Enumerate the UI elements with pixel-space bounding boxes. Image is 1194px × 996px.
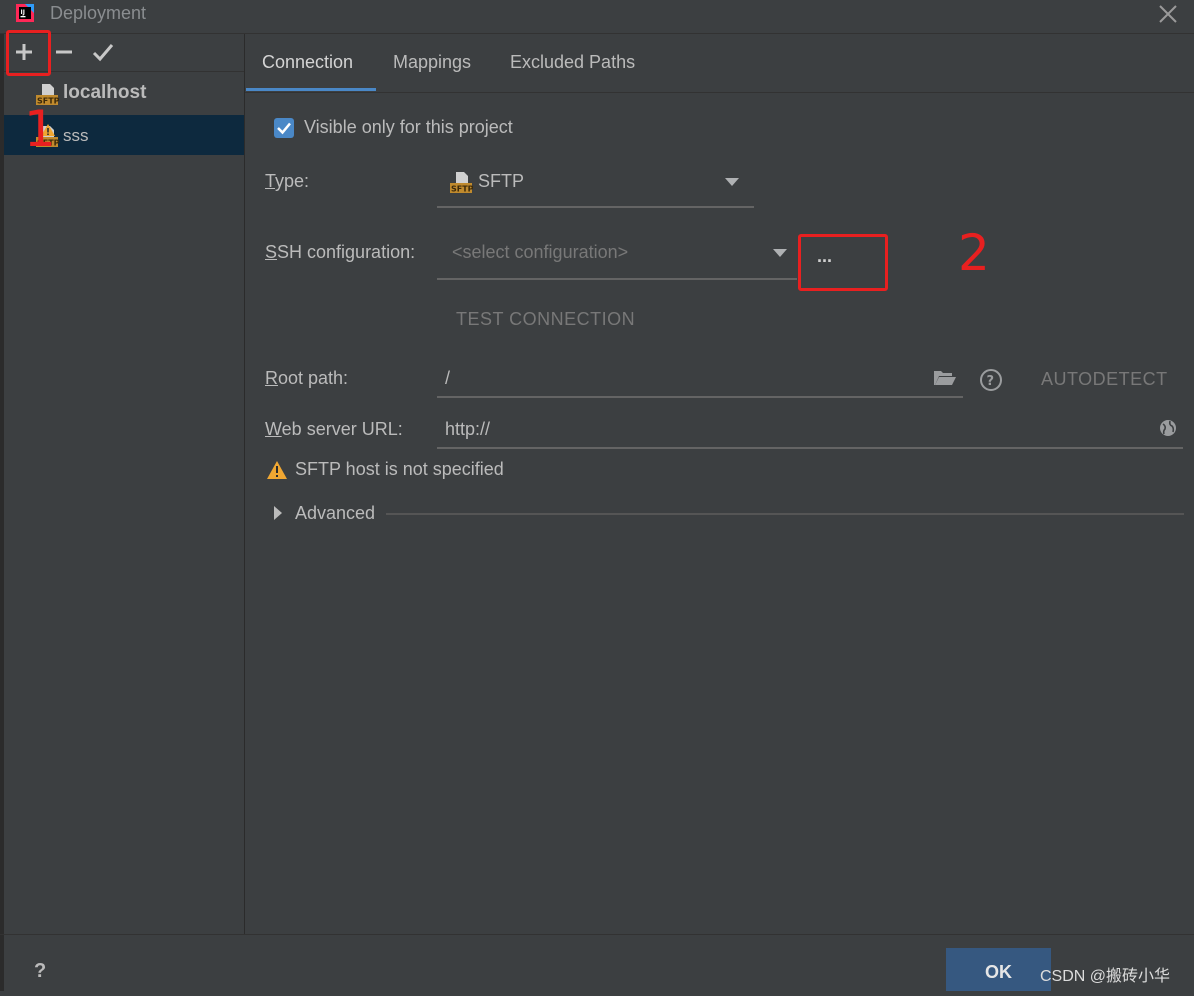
field-underline xyxy=(437,396,963,398)
root-path-field[interactable]: / xyxy=(437,358,963,398)
window-title: Deployment xyxy=(50,3,147,23)
svg-text:?: ? xyxy=(987,374,995,389)
divider xyxy=(245,92,1194,93)
ssh-configuration-dropdown[interactable]: <select configuration> xyxy=(437,232,797,282)
globe-icon xyxy=(1160,420,1176,436)
annotation-number-1: 1 xyxy=(24,100,56,158)
remove-server-button[interactable] xyxy=(52,40,76,64)
annotation-box-1 xyxy=(6,30,51,76)
active-tab-indicator xyxy=(246,88,376,91)
close-button[interactable] xyxy=(1156,2,1180,26)
chevron-down-icon xyxy=(773,249,787,257)
close-icon xyxy=(1159,5,1177,23)
svg-text:SFTP: SFTP xyxy=(451,185,473,194)
chevron-right-icon xyxy=(274,506,282,520)
server-label: sss xyxy=(63,126,89,145)
advanced-expander[interactable]: Advanced xyxy=(270,500,390,528)
set-default-button[interactable] xyxy=(91,40,115,64)
minus-icon xyxy=(56,50,72,54)
type-value: SFTP xyxy=(478,171,525,191)
title-bar xyxy=(0,0,1194,30)
root-path-value: / xyxy=(445,368,451,388)
question-circle-icon: ? xyxy=(980,369,1002,391)
test-connection-button[interactable]: TEST CONNECTION xyxy=(456,309,635,330)
autodetect-button[interactable]: AUTODETECT xyxy=(1041,369,1168,390)
ellipsis-label: ... xyxy=(817,246,833,266)
visible-only-checkbox[interactable] xyxy=(274,118,294,138)
divider xyxy=(0,34,4,991)
tab-mappings[interactable]: Mappings xyxy=(393,52,471,73)
field-underline xyxy=(437,206,754,208)
web-server-url-field[interactable]: http:// xyxy=(437,409,1183,449)
tab-excluded-paths[interactable]: Excluded Paths xyxy=(510,52,635,73)
divider xyxy=(0,934,1194,935)
ssh-configuration-placeholder: <select configuration> xyxy=(452,242,629,262)
warning-message: SFTP host is not specified xyxy=(295,459,504,479)
browse-folder-button[interactable] xyxy=(932,367,958,389)
chevron-down-icon xyxy=(725,178,739,186)
ssh-configuration-label: SSH configuration: xyxy=(265,242,416,262)
help-question-button[interactable]: ? xyxy=(34,960,46,983)
divider xyxy=(386,513,1184,515)
check-icon xyxy=(92,44,114,62)
type-dropdown[interactable]: SFTP SFTP xyxy=(437,160,754,210)
type-label: Type: xyxy=(265,171,310,191)
ok-button[interactable]: OK xyxy=(946,948,1051,991)
folder-icon xyxy=(934,371,956,385)
tab-connection[interactable]: Connection xyxy=(262,52,353,73)
svg-text:IJ: IJ xyxy=(21,9,25,16)
field-underline xyxy=(437,278,797,280)
warning-icon xyxy=(266,460,288,480)
field-underline xyxy=(437,447,1183,449)
help-button[interactable]: ? xyxy=(979,368,1003,392)
intellij-logo-icon: IJ xyxy=(14,2,36,24)
divider xyxy=(244,34,245,934)
check-icon xyxy=(277,122,291,135)
ssh-configuration-browse-button[interactable]: ... xyxy=(805,240,877,280)
root-path-label: Root path: xyxy=(265,368,349,388)
server-list-panel xyxy=(0,34,244,934)
annotation-number-2: 2 xyxy=(958,224,990,282)
server-label: localhost xyxy=(63,82,147,103)
visible-only-label: Visible only for this project xyxy=(304,117,513,137)
web-server-url-value: http:// xyxy=(445,419,491,439)
watermark: CSDN @搬砖小华 xyxy=(1040,968,1171,985)
open-in-browser-button[interactable] xyxy=(1158,418,1178,438)
web-server-url-label: Web server URL: xyxy=(265,419,403,439)
advanced-label: Advanced xyxy=(295,503,376,523)
sftp-icon: SFTP xyxy=(449,170,474,194)
